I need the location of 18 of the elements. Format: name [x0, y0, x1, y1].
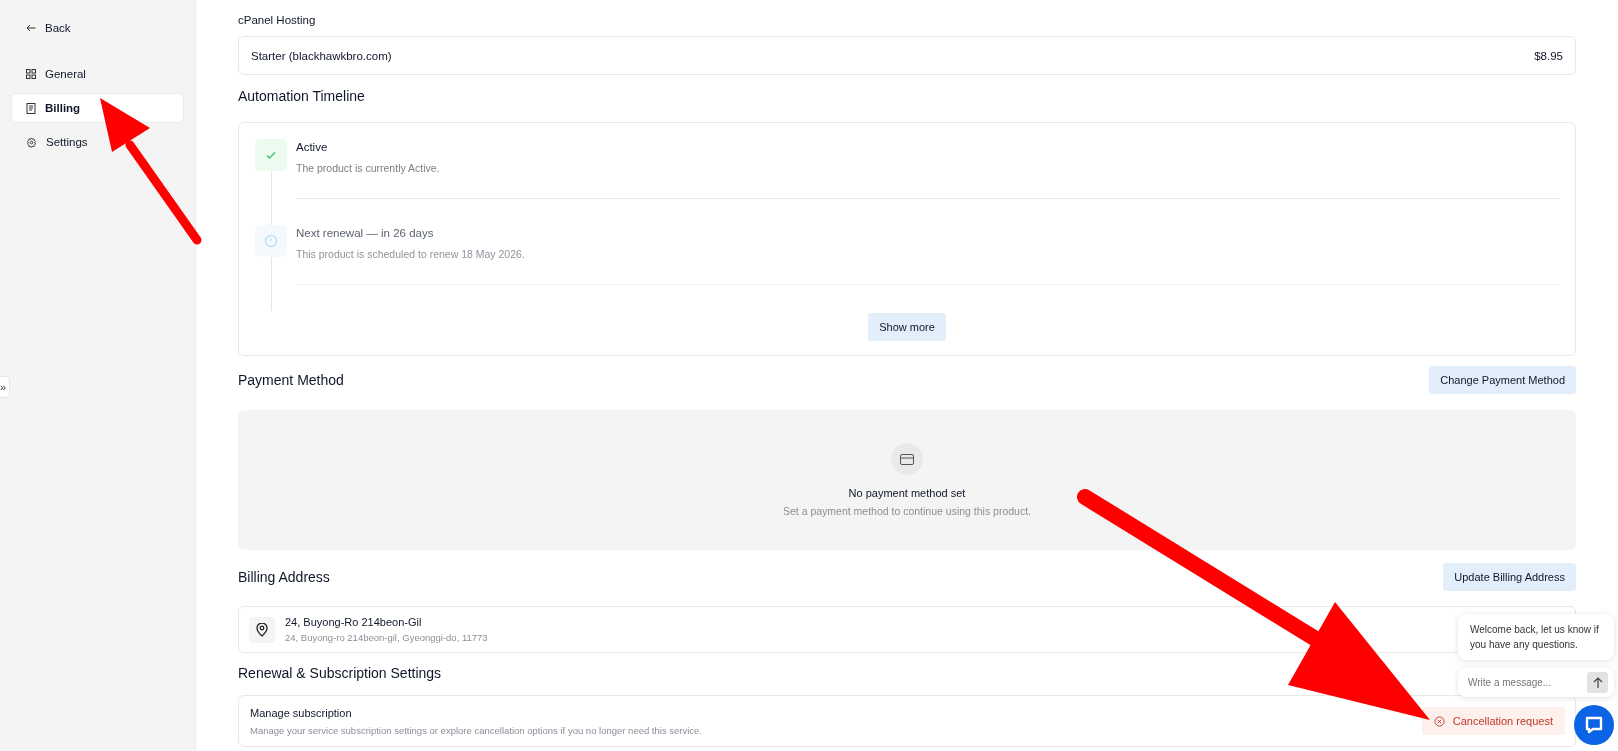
section-title: Automation Timeline	[238, 88, 365, 104]
event-title: Next renewal — in 26 days	[296, 227, 435, 239]
empty-title: No payment method set	[848, 487, 966, 499]
section-title: Payment Method	[238, 372, 344, 388]
product-category: cPanel Hosting	[238, 14, 317, 26]
section-title: Billing Address	[238, 569, 330, 585]
address-detail: 24, Buyong-ro 214beon-gil, Gyeonggi-do, 11773	[285, 632, 488, 643]
event-title: Active	[296, 141, 329, 153]
subscription-text: Manage your service subscription settings or explore cancellation options if you no longer need this service.	[250, 724, 703, 736]
address-line: 24, Buyong-Ro 214beon-Gil	[285, 616, 423, 628]
event-text: The product is currently Active.	[296, 162, 441, 174]
section-title: Renewal & Subscription Settings	[238, 665, 442, 681]
empty-text: Set a payment method to continue using this product.	[782, 505, 1032, 517]
price: $8.95	[1534, 49, 1563, 62]
chat-message: Welcome back, let us know if you have any questions.	[1458, 614, 1614, 660]
event-text: This product is scheduled to renew 18 May 2026.	[296, 248, 526, 260]
plan-name: Starter (blackhawkbro.com)	[251, 49, 392, 62]
subscription-label: Manage subscription	[250, 706, 353, 719]
